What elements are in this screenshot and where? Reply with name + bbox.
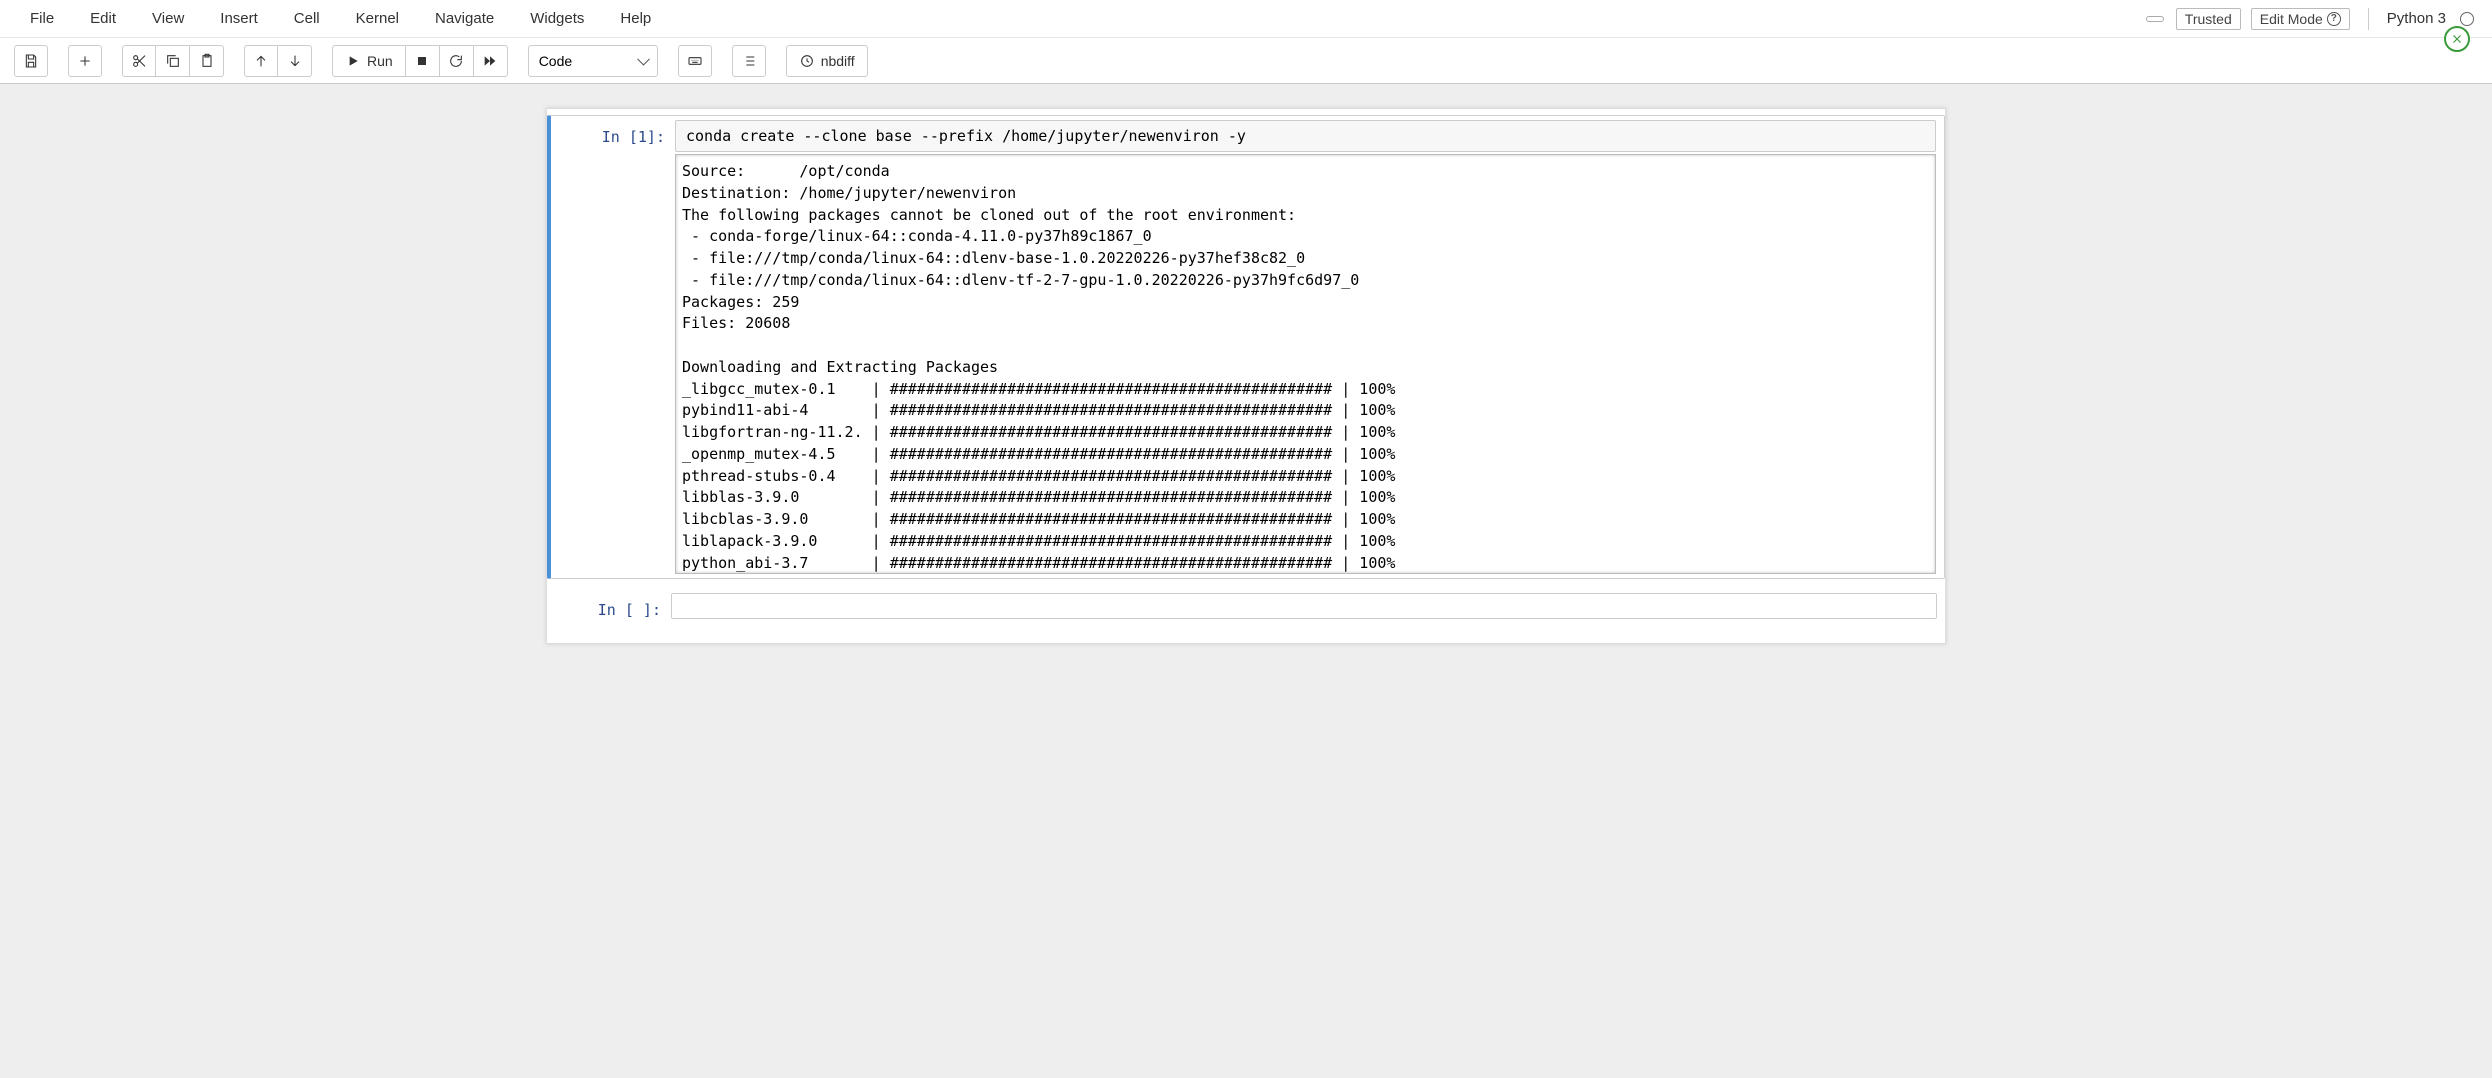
arrow-up-icon bbox=[253, 53, 269, 69]
paste-cell-button[interactable] bbox=[190, 45, 224, 77]
output-prompt bbox=[555, 154, 675, 574]
stop-icon bbox=[414, 53, 430, 69]
code-input[interactable]: conda create --clone base --prefix /home… bbox=[675, 120, 1936, 152]
restart-run-all-button[interactable] bbox=[474, 45, 508, 77]
input-prompt: In [1]: bbox=[555, 120, 675, 152]
code-input[interactable] bbox=[671, 593, 1937, 619]
menu-insert[interactable]: Insert bbox=[202, 2, 276, 35]
menu-cell[interactable]: Cell bbox=[276, 2, 338, 35]
save-icon bbox=[23, 53, 39, 69]
notebook-container: In [1]: conda create --clone base --pref… bbox=[546, 108, 1946, 644]
trusted-indicator[interactable]: Trusted bbox=[2176, 8, 2241, 30]
page-background: In [1]: conda create --clone base --pref… bbox=[0, 84, 2492, 1078]
kernel-name[interactable]: Python 3 bbox=[2387, 10, 2446, 27]
menu-navigate[interactable]: Navigate bbox=[417, 2, 512, 35]
cut-cell-button[interactable] bbox=[122, 45, 156, 77]
restart-icon bbox=[448, 53, 464, 69]
kernel-status-icon[interactable] bbox=[2460, 12, 2474, 26]
menu-view[interactable]: View bbox=[134, 2, 202, 35]
clock-icon bbox=[799, 53, 815, 69]
arrow-down-icon bbox=[287, 53, 303, 69]
fast-forward-icon bbox=[482, 53, 498, 69]
close-icon bbox=[2450, 32, 2464, 46]
menu-widgets[interactable]: Widgets bbox=[512, 2, 602, 35]
help-icon: ? bbox=[2327, 12, 2341, 26]
keyboard-icon bbox=[687, 53, 703, 69]
move-cell-up-button[interactable] bbox=[244, 45, 278, 77]
copy-icon bbox=[165, 53, 181, 69]
input-prompt: In [ ]: bbox=[551, 593, 671, 619]
notification-handle-icon bbox=[2146, 16, 2164, 22]
command-palette-button[interactable] bbox=[678, 45, 712, 77]
list-icon bbox=[741, 53, 757, 69]
status-area: Trusted Edit Mode ? Python 3 bbox=[2146, 8, 2482, 30]
scissors-icon bbox=[131, 53, 147, 69]
menubar: File Edit View Insert Cell Kernel Naviga… bbox=[0, 0, 2492, 38]
code-cell[interactable]: In [ ]: bbox=[547, 589, 1945, 623]
edit-mode-indicator[interactable]: Edit Mode ? bbox=[2251, 8, 2350, 30]
menu-edit[interactable]: Edit bbox=[72, 2, 134, 35]
plus-icon bbox=[77, 53, 93, 69]
menu-kernel[interactable]: Kernel bbox=[338, 2, 417, 35]
run-label: Run bbox=[367, 53, 393, 69]
close-button[interactable] bbox=[2444, 26, 2470, 52]
insert-cell-below-button[interactable] bbox=[68, 45, 102, 77]
celltype-select-wrap[interactable]: Code bbox=[528, 45, 658, 77]
move-cell-down-button[interactable] bbox=[278, 45, 312, 77]
nbdiff-label: nbdiff bbox=[821, 53, 855, 69]
copy-cell-button[interactable] bbox=[156, 45, 190, 77]
toolbar: Run Code nbdiff bbox=[0, 38, 2492, 84]
code-output[interactable]: Source: /opt/conda Destination: /home/ju… bbox=[675, 154, 1936, 574]
save-button[interactable] bbox=[14, 45, 48, 77]
interrupt-kernel-button[interactable] bbox=[406, 45, 440, 77]
restart-kernel-button[interactable] bbox=[440, 45, 474, 77]
run-cell-button[interactable]: Run bbox=[332, 45, 406, 77]
toc-button[interactable] bbox=[732, 45, 766, 77]
menu-list: File Edit View Insert Cell Kernel Naviga… bbox=[10, 2, 669, 35]
code-cell[interactable]: In [1]: conda create --clone base --pref… bbox=[547, 115, 1945, 579]
nbdiff-button[interactable]: nbdiff bbox=[786, 45, 868, 77]
celltype-select[interactable]: Code bbox=[528, 45, 658, 77]
separator bbox=[2368, 8, 2369, 30]
edit-mode-label: Edit Mode bbox=[2260, 11, 2323, 27]
menu-file[interactable]: File bbox=[10, 2, 72, 35]
menu-help[interactable]: Help bbox=[602, 2, 669, 35]
play-icon bbox=[345, 53, 361, 69]
paste-icon bbox=[199, 53, 215, 69]
